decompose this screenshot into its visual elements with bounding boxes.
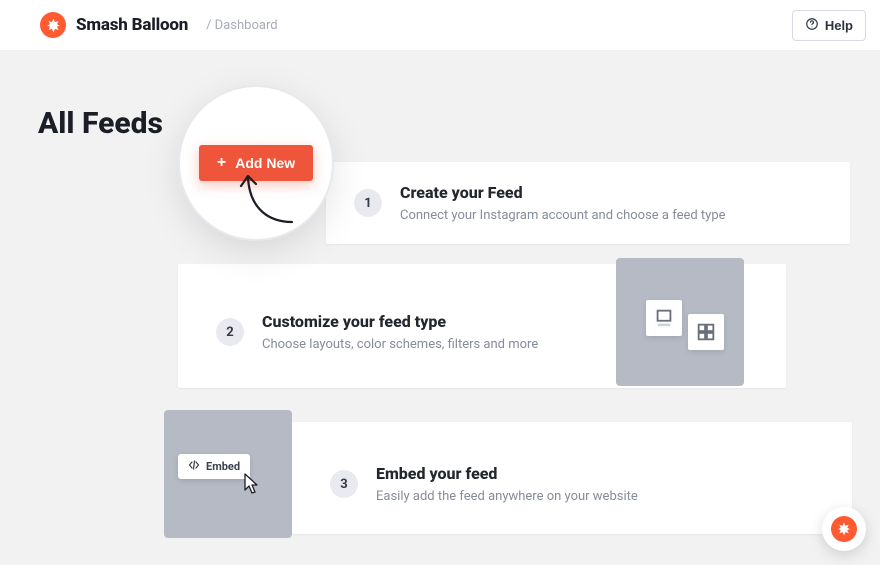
embed-chip-label: Embed: [206, 460, 240, 473]
step-card-customize: 2 Customize your feed type Choose layout…: [178, 264, 786, 388]
step-title: Embed your feed: [376, 464, 638, 483]
breadcrumb: / Dashboard: [206, 18, 277, 33]
cursor-icon: [242, 472, 262, 500]
step-title: Customize your feed type: [262, 312, 538, 331]
add-new-button[interactable]: + Add New: [199, 145, 313, 181]
brand-name: Smash Balloon: [76, 15, 188, 35]
decor-embed-icon: Embed: [164, 410, 292, 538]
step-subtitle: Choose layouts, color schemes, filters a…: [262, 337, 538, 352]
decor-layouts-icon: [616, 258, 744, 386]
brand: Smash Balloon / Dashboard: [40, 12, 278, 38]
brand-logo-icon: [40, 12, 66, 38]
help-fab-button[interactable]: [822, 507, 866, 551]
step-subtitle: Easily add the feed anywhere on your web…: [376, 489, 638, 504]
step-subtitle: Connect your Instagram account and choos…: [400, 208, 726, 223]
plus-icon: +: [217, 155, 226, 171]
page-title: All Feeds: [38, 106, 163, 141]
step-card-embed: 3 Embed your feed Easily add the feed an…: [292, 422, 852, 534]
content-area: All Feeds + Add New 1 Create your Feed C…: [0, 50, 880, 565]
help-button[interactable]: Help: [792, 10, 866, 41]
step-title: Create your Feed: [400, 183, 726, 202]
add-new-label: Add New: [235, 155, 295, 171]
help-label: Help: [825, 18, 853, 33]
step-number: 3: [330, 470, 358, 498]
fab-starburst-icon: [831, 516, 857, 542]
layout-grid-icon: [688, 314, 724, 350]
code-icon: [188, 460, 200, 473]
layout-tile-icon: [646, 300, 682, 336]
top-bar: Smash Balloon / Dashboard Help: [0, 0, 880, 50]
step-card-create-feed: 1 Create your Feed Connect your Instagra…: [326, 162, 850, 244]
spotlight-circle: + Add New: [180, 87, 332, 239]
help-icon: [805, 17, 819, 34]
step-number: 1: [354, 189, 382, 217]
embed-chip: Embed: [178, 454, 250, 479]
step-number: 2: [216, 318, 244, 346]
